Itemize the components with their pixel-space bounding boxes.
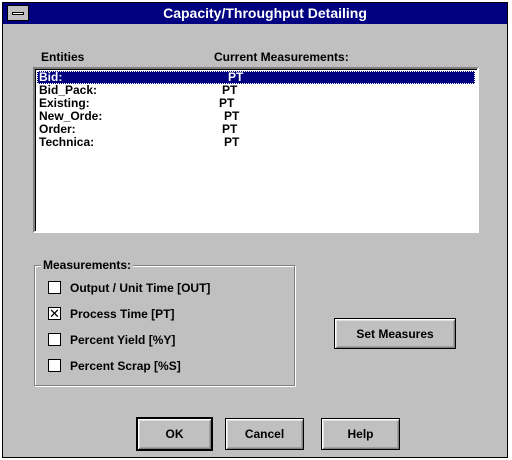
- checkbox-box[interactable]: ✕: [48, 307, 61, 320]
- current-measurements-header: Current Measurements:: [214, 50, 349, 64]
- measurements-group-title: Measurements:: [41, 258, 134, 272]
- window-title: Capacity/Throughput Detailing: [163, 5, 367, 21]
- help-button[interactable]: Help: [321, 418, 400, 450]
- list-item[interactable]: Technica: PT: [37, 136, 475, 149]
- list-item[interactable]: Bid_Pack: PT: [37, 84, 475, 97]
- list-item[interactable]: New_Orde: PT: [37, 110, 475, 123]
- checkbox-label: Process Time [PT]: [70, 307, 175, 321]
- dialog-window: Capacity/Throughput Detailing Entities C…: [2, 2, 508, 458]
- list-item[interactable]: Bid: PT: [37, 71, 475, 84]
- title-bar[interactable]: Capacity/Throughput Detailing: [3, 3, 507, 24]
- list-item-entity: Technica:: [39, 135, 95, 149]
- checkbox-box[interactable]: [48, 359, 61, 372]
- ok-button[interactable]: OK: [136, 417, 213, 451]
- checkbox-label: Output / Unit Time [OUT]: [70, 281, 211, 295]
- entities-listbox[interactable]: Bid: PT Bid_Pack: PT Existing: PT New_Or…: [33, 67, 479, 233]
- checkbox-label: Percent Yield [%Y]: [70, 333, 176, 347]
- list-item-value: PT: [224, 135, 240, 149]
- set-measures-button[interactable]: Set Measures: [334, 318, 456, 349]
- checkmark-x-icon: ✕: [49, 306, 60, 321]
- cancel-button[interactable]: Cancel: [225, 418, 304, 450]
- measurements-group: Measurements: Output / Unit Time [OUT] ✕…: [34, 258, 295, 386]
- list-item[interactable]: Order: PT: [37, 123, 475, 136]
- checkbox-box[interactable]: [48, 333, 61, 346]
- checkbox-label: Percent Scrap [%S]: [70, 359, 181, 373]
- entities-header: Entities: [41, 50, 85, 64]
- checkbox-box[interactable]: [48, 281, 61, 294]
- list-item[interactable]: Existing: PT: [37, 97, 475, 110]
